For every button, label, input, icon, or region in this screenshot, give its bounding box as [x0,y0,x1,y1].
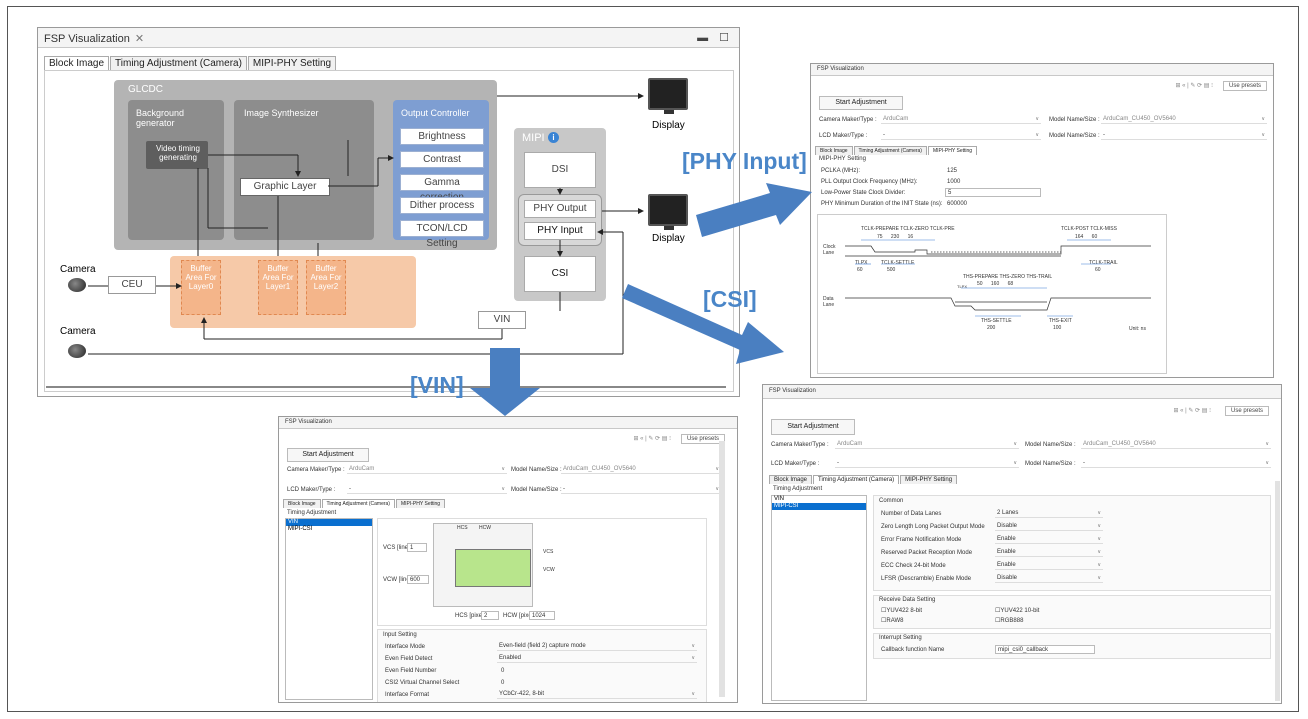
phy-input-callout: [PHY Input] [682,148,807,174]
callout-arrows [470,183,812,416]
arrow-to-vin [470,348,540,416]
csi-callout: [CSI] [703,286,757,312]
arrow-to-phy [696,183,812,237]
vin-callout: [VIN] [410,372,464,398]
